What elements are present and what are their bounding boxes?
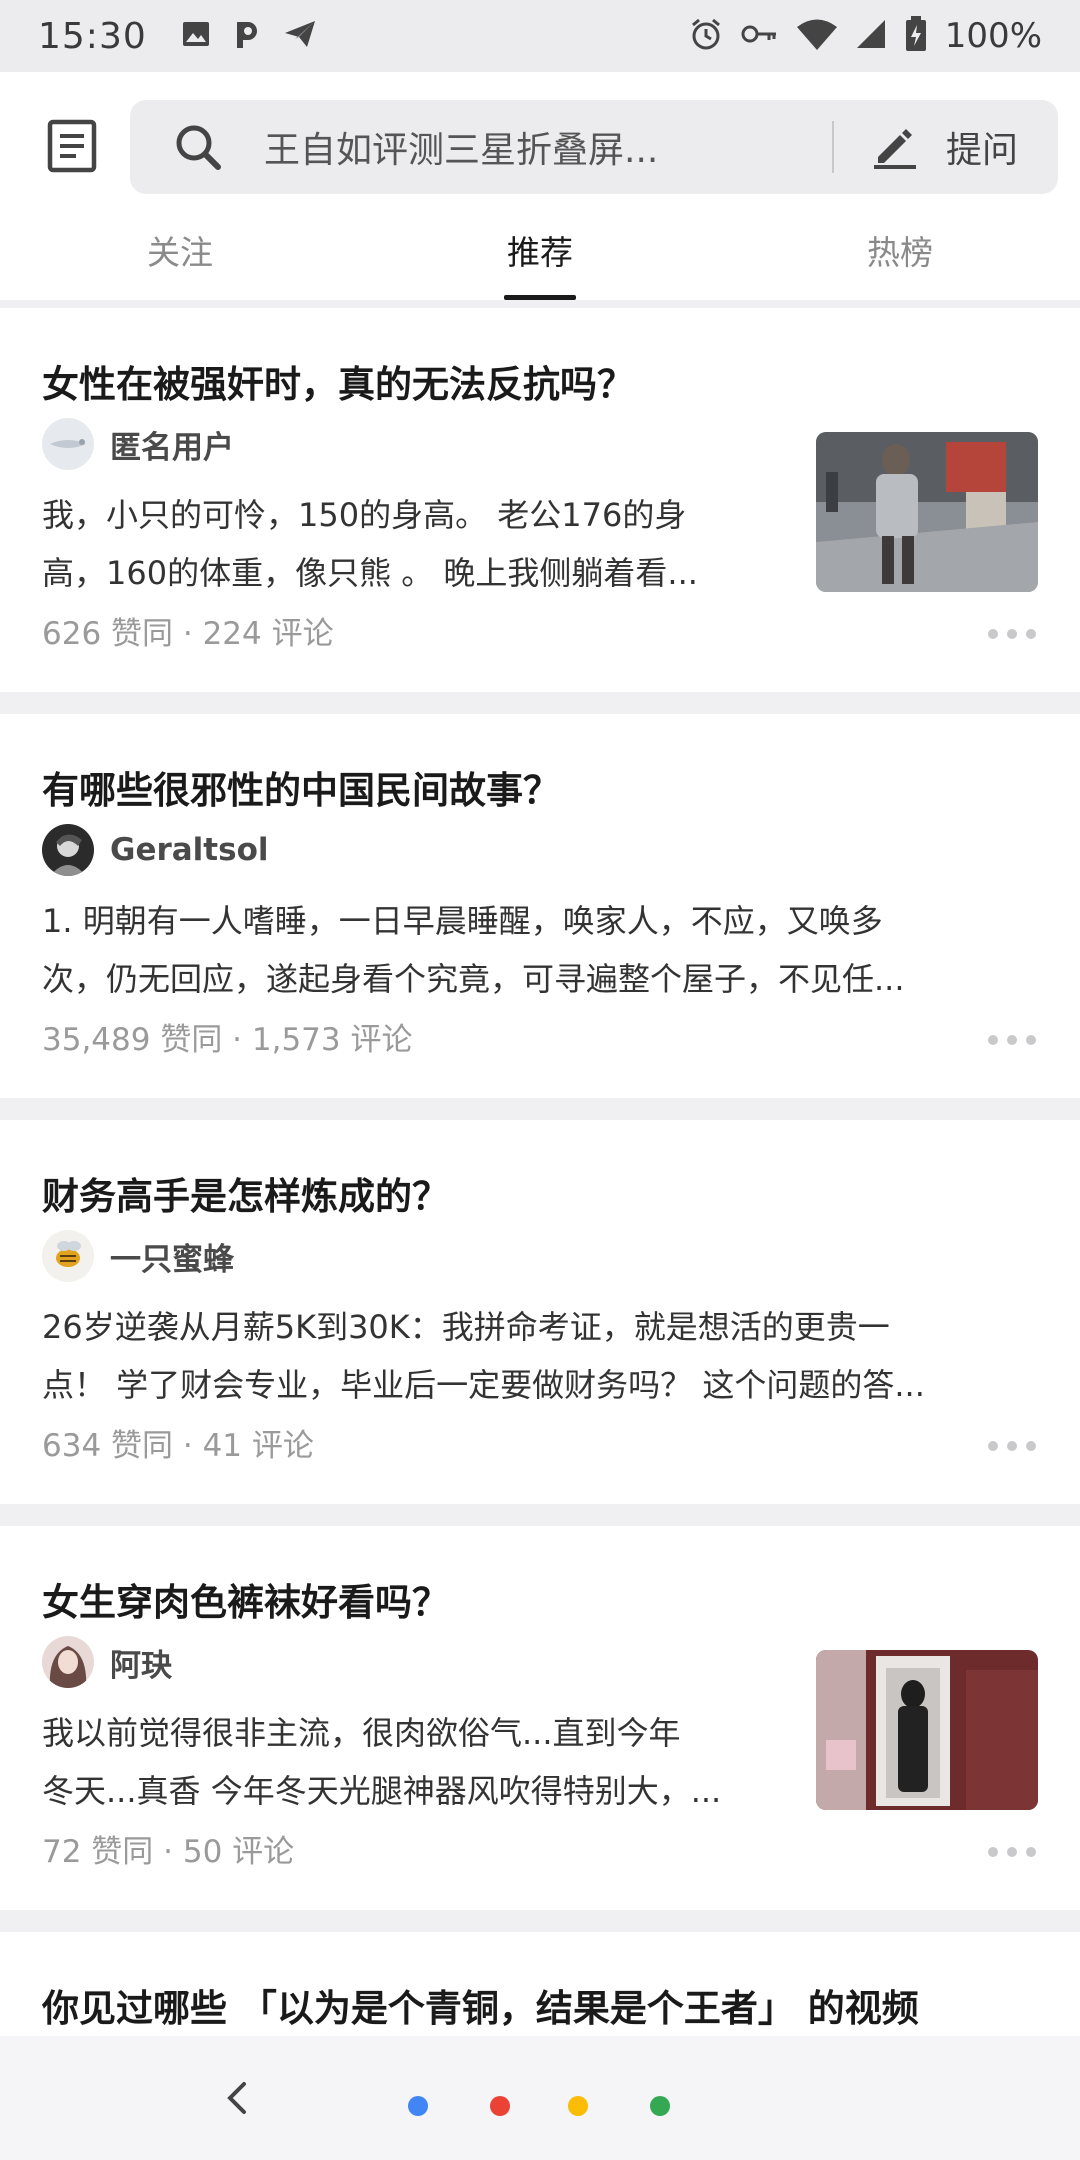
avatar bbox=[42, 824, 94, 876]
answer-stats: 72 赞同 · 50 评论 bbox=[42, 1834, 295, 1870]
answer-excerpt[interactable]: 我，小只的可怜，150的身高。 老公176的身 高，160的体重，像只熊 。 晚… bbox=[42, 486, 762, 602]
avatar bbox=[42, 1230, 94, 1282]
author[interactable]: 阿玦 bbox=[42, 1636, 172, 1688]
question-title[interactable]: 女性在被强奸时，真的无法反抗吗？ bbox=[42, 354, 634, 408]
answer-thumbnail[interactable] bbox=[816, 432, 1038, 592]
excerpt-line: 冬天...真香 今年冬天光腿神器风吹得特别大，... bbox=[42, 1772, 722, 1810]
author-name: 一只蜜蜂 bbox=[110, 1241, 234, 1278]
assistant-dot-yellow[interactable] bbox=[568, 2096, 588, 2116]
more-options-icon[interactable] bbox=[988, 1842, 1036, 1862]
excerpt-line: 次，仍无回应，遂起身看个究竟，可寻遍整个屋子，不见任... bbox=[42, 960, 905, 998]
search-bar[interactable]: 王自如评测三星折叠屏... 提问 bbox=[130, 100, 1058, 194]
author[interactable]: 匿名用户 bbox=[42, 418, 234, 470]
tab-label: 推荐 bbox=[507, 233, 573, 272]
assistant-dot-red[interactable] bbox=[490, 2096, 510, 2116]
author[interactable]: Geraltsol bbox=[42, 824, 269, 876]
pencil-icon bbox=[873, 129, 916, 169]
search-icon bbox=[170, 119, 226, 175]
excerpt-line: 1. 明朝有一人嗜睡，一日早晨睡醒，唤家人，不应，又唤多 bbox=[42, 902, 883, 940]
answer-excerpt[interactable]: 1. 明朝有一人嗜睡，一日早晨睡醒，唤家人，不应，又唤多 次，仍无回应，遂起身看… bbox=[42, 892, 1042, 1008]
answer-thumbnail[interactable] bbox=[816, 1650, 1038, 1810]
more-options-icon[interactable] bbox=[988, 1436, 1036, 1456]
document-menu-icon bbox=[47, 119, 97, 173]
excerpt-line: 高，160的体重，像只熊 。 晚上我侧躺着看... bbox=[42, 554, 698, 592]
assistant-dot-green[interactable] bbox=[650, 2096, 670, 2116]
author-name: 阿玦 bbox=[110, 1647, 172, 1684]
tab-label: 热榜 bbox=[867, 233, 933, 272]
author-name: 匿名用户 bbox=[110, 429, 234, 466]
menu-button[interactable] bbox=[44, 116, 100, 176]
ask-label: 提问 bbox=[945, 130, 1018, 171]
key-icon bbox=[741, 22, 779, 50]
author-name: Geraltsol bbox=[110, 832, 269, 868]
feed-card[interactable]: 女生穿肉色裤袜好看吗？ 阿玦 我以前觉得很非主流，很肉欲俗气...直到今年 冬天… bbox=[0, 1526, 1080, 1910]
feed-tabs: 关注 推荐 热榜 bbox=[0, 220, 1080, 300]
battery-percent: 100% bbox=[944, 16, 1042, 56]
bottom-nav-bar bbox=[0, 2036, 1080, 2160]
tab-recommend[interactable]: 推荐 bbox=[360, 220, 720, 300]
back-button[interactable] bbox=[216, 2076, 256, 2120]
answer-stats: 35,489 赞同 · 1,573 评论 bbox=[42, 1022, 413, 1058]
active-tab-indicator bbox=[504, 295, 576, 300]
wifi-icon bbox=[796, 18, 837, 54]
question-title[interactable]: 有哪些很邪性的中国民间故事？ bbox=[42, 760, 560, 814]
tab-hot[interactable]: 热榜 bbox=[720, 220, 1080, 300]
more-options-icon[interactable] bbox=[988, 624, 1036, 644]
question-title[interactable]: 你见过哪些 「以为是个青铜，结果是个王者」 的视频 bbox=[42, 1978, 919, 2032]
more-options-icon[interactable] bbox=[988, 1030, 1036, 1050]
tab-follow[interactable]: 关注 bbox=[0, 220, 360, 300]
answer-excerpt[interactable]: 26岁逆袭从月薪5K到30K：我拼命考证，就是想活的更贵一 点！ 学了财会专业，… bbox=[42, 1298, 1042, 1414]
tab-label: 关注 bbox=[147, 233, 213, 272]
avatar bbox=[42, 418, 94, 470]
excerpt-line: 点！ 学了财会专业，毕业后一定要做财务吗？ 这个问题的答... bbox=[42, 1366, 925, 1404]
excerpt-line: 26岁逆袭从月薪5K到30K：我拼命考证，就是想活的更贵一 bbox=[42, 1308, 890, 1346]
feed-card[interactable]: 有哪些很邪性的中国民间故事？ Geraltsol 1. 明朝有一人嗜睡，一日早晨… bbox=[0, 714, 1080, 1098]
feed-card[interactable]: 女性在被强奸时，真的无法反抗吗？ 匿名用户 我，小只的可怜，150的身高。 老公… bbox=[0, 308, 1080, 692]
send-icon bbox=[283, 19, 317, 53]
ask-question-button[interactable]: 提问 bbox=[834, 100, 1058, 194]
feed-card[interactable]: 你见过哪些 「以为是个青铜，结果是个王者」 的视频 bbox=[0, 1932, 1080, 2052]
avatar bbox=[42, 1636, 94, 1688]
assistant-dot-blue[interactable] bbox=[408, 2096, 428, 2116]
question-title[interactable]: 女生穿肉色裤袜好看吗？ bbox=[42, 1572, 449, 1626]
author[interactable]: 一只蜜蜂 bbox=[42, 1230, 234, 1282]
answer-stats: 634 赞同 · 41 评论 bbox=[42, 1428, 314, 1464]
excerpt-line: 我，小只的可怜，150的身高。 老公176的身 bbox=[42, 496, 687, 534]
status-time: 15:30 bbox=[38, 15, 147, 57]
search-input[interactable]: 王自如评测三星折叠屏... bbox=[264, 121, 832, 173]
chevron-left-icon bbox=[227, 2082, 246, 2114]
answer-excerpt[interactable]: 我以前觉得很非主流，很肉欲俗气...直到今年 冬天...真香 今年冬天光腿神器风… bbox=[42, 1704, 772, 1820]
feed-card[interactable]: 财务高手是怎样炼成的？ 一只蜜蜂 26岁逆袭从月薪5K到30K：我拼命考证，就是… bbox=[0, 1120, 1080, 1504]
signal-icon bbox=[855, 18, 887, 54]
answer-stats: 626 赞同 · 224 评论 bbox=[42, 616, 334, 652]
p-icon bbox=[233, 18, 261, 54]
header: 王自如评测三星折叠屏... 提问 关注 推荐 热榜 bbox=[0, 72, 1080, 300]
image-icon bbox=[181, 19, 211, 53]
battery-icon bbox=[905, 16, 927, 56]
question-title[interactable]: 财务高手是怎样炼成的？ bbox=[42, 1166, 449, 1220]
excerpt-line: 我以前觉得很非主流，很肉欲俗气...直到今年 bbox=[42, 1714, 681, 1752]
status-bar: 15:30 100% bbox=[0, 0, 1080, 72]
alarm-icon bbox=[689, 17, 723, 55]
